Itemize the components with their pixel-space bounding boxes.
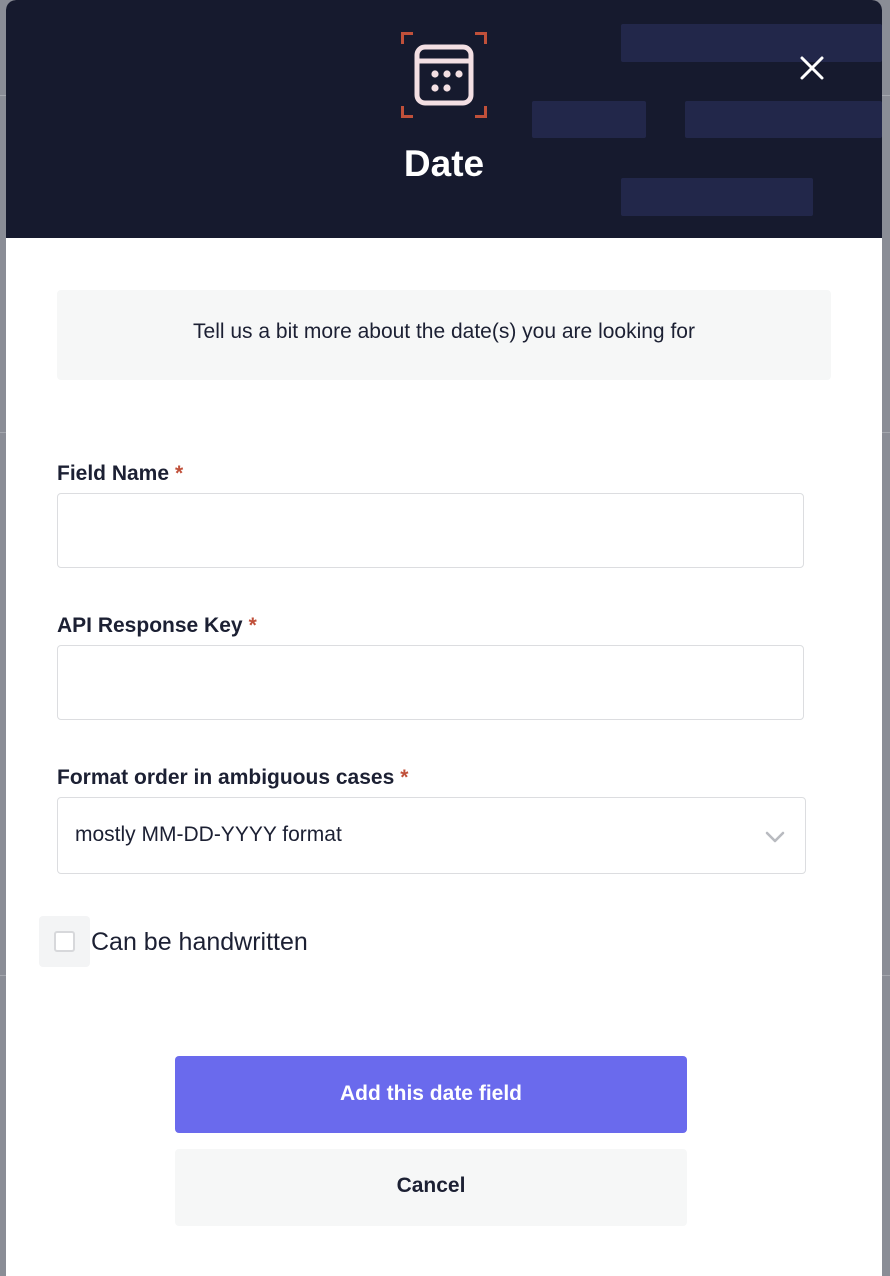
close-icon[interactable] <box>794 50 830 86</box>
add-date-field-button[interactable]: Add this date field <box>175 1056 687 1133</box>
intro-text: Tell us a bit more about the date(s) you… <box>57 290 831 380</box>
format-order-label: Format order in ambiguous cases * <box>57 765 408 791</box>
header-decoration <box>532 101 646 138</box>
calendar-icon <box>401 32 487 118</box>
field-name-input[interactable] <box>57 493 804 568</box>
header-decoration <box>621 24 882 62</box>
dialog-title: Date <box>403 143 485 184</box>
cancel-button[interactable]: Cancel <box>175 1149 687 1226</box>
required-marker: * <box>248 614 257 637</box>
field-name-label-text: Field Name <box>57 462 170 485</box>
handwritten-checkbox-wrapper[interactable] <box>39 916 90 967</box>
date-field-dialog: Date Tell us a bit more about the date(s… <box>6 0 882 1276</box>
handwritten-checkbox-label[interactable]: Can be handwritten <box>91 927 308 957</box>
required-marker: * <box>400 766 409 789</box>
handwritten-checkbox[interactable] <box>54 931 75 952</box>
close-button[interactable] <box>794 50 830 86</box>
api-response-key-label: API Response Key * <box>57 613 257 639</box>
format-order-selected-value: mostly MM-DD-YYYY format <box>75 823 342 846</box>
format-order-label-text: Format order in ambiguous cases <box>57 766 395 789</box>
field-name-label: Field Name * <box>57 461 183 487</box>
api-response-key-input[interactable] <box>57 645 804 720</box>
header-decoration <box>685 101 882 138</box>
chevron-down-icon[interactable] <box>764 826 786 848</box>
api-response-key-label-text: API Response Key <box>57 614 243 637</box>
format-order-select[interactable]: mostly MM-DD-YYYY format <box>57 797 806 874</box>
required-marker: * <box>175 462 184 485</box>
dialog-header: Date <box>6 0 882 238</box>
